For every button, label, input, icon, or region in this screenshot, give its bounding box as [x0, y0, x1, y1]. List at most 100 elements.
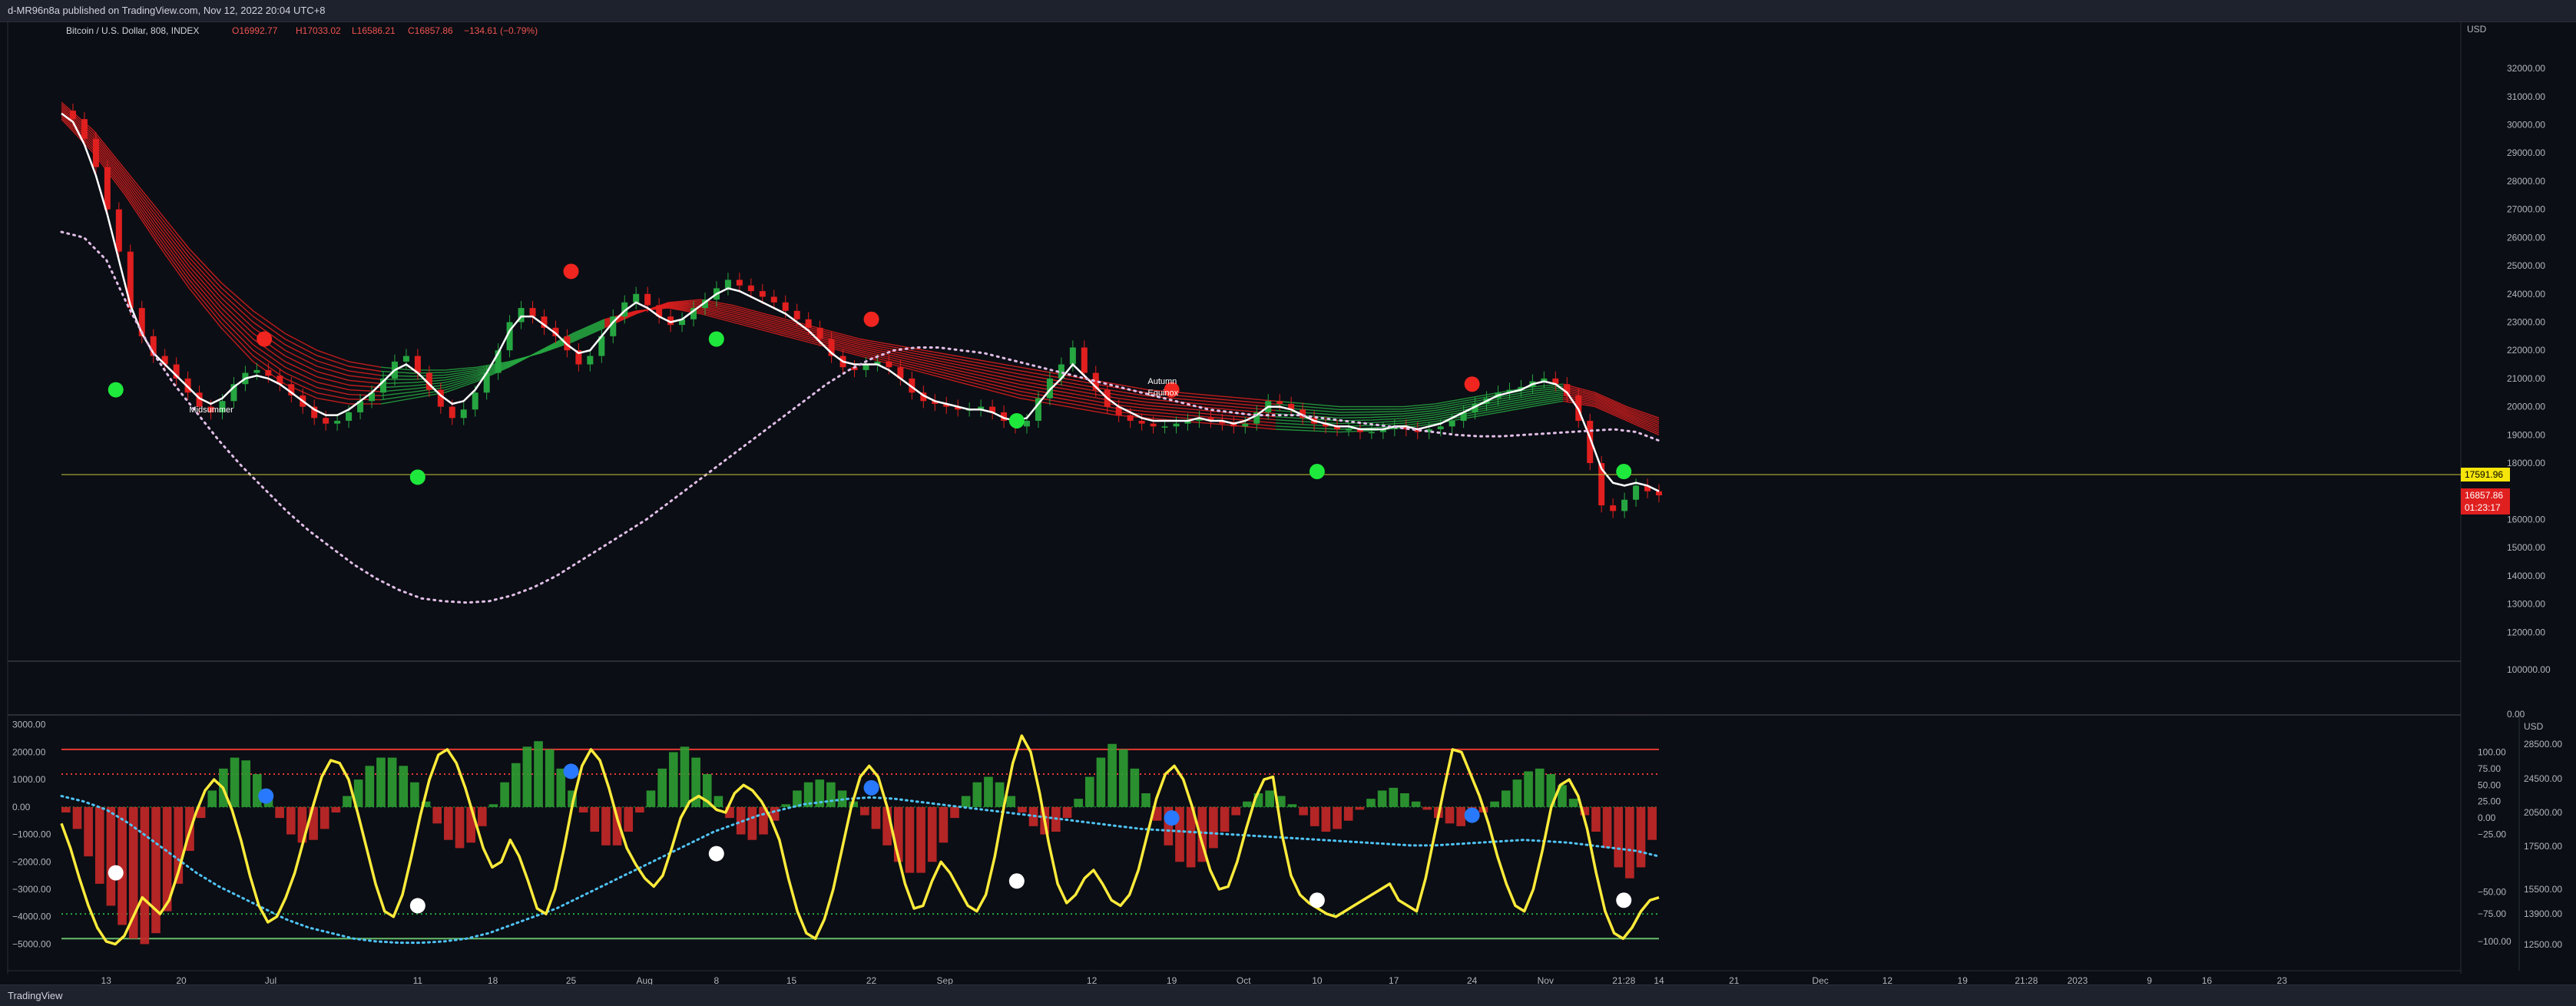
annotation-label: Autumn — [1147, 377, 1177, 386]
candle-body — [1024, 421, 1030, 426]
candle-body — [725, 280, 731, 288]
candle-body — [1127, 415, 1134, 421]
price-tick-label: 21000.00 — [2507, 373, 2545, 384]
histogram-bar — [1569, 799, 1578, 807]
candle-body — [461, 409, 467, 418]
price-tick-label: 15000.00 — [2507, 542, 2545, 553]
sell-signal-dot — [1465, 376, 1480, 392]
time-tick-label: 12 — [1882, 975, 1893, 984]
histogram-bar — [1085, 777, 1094, 807]
histogram-bar — [1220, 807, 1230, 832]
histogram-bar — [1625, 807, 1634, 879]
chart-canvas[interactable]: MidsummerAutumnEquinox USD32000.0031000.… — [0, 22, 2576, 984]
oscillator-right-tick: −25.00 — [2478, 829, 2506, 840]
oscillator-left-tick: 2000.00 — [12, 746, 46, 757]
volume-tick-label: 100000.00 — [2507, 664, 2551, 675]
histogram-bar — [860, 807, 869, 816]
secondary-axis-tick: 17500.00 — [2524, 841, 2562, 852]
histogram-bar — [1299, 807, 1308, 816]
sell-signal-dot — [564, 263, 579, 279]
oscillator-right-tick: −100.00 — [2478, 936, 2511, 947]
candle-body — [633, 294, 639, 303]
histogram-bar — [972, 783, 982, 807]
histogram-bar — [1131, 769, 1140, 807]
histogram-bar — [466, 807, 475, 842]
oscillator-right-tick: −75.00 — [2478, 908, 2506, 919]
time-tick-label: Aug — [637, 975, 653, 984]
histogram-bar — [230, 758, 240, 807]
histogram-bar — [1378, 790, 1387, 806]
histogram-bar — [1231, 807, 1240, 816]
histogram-bar — [1490, 802, 1499, 807]
price-tick-label: 13000.00 — [2507, 599, 2545, 610]
histogram-bar — [1333, 807, 1342, 829]
histogram-bar — [1456, 807, 1465, 826]
white-signal-dot — [1009, 873, 1025, 889]
white-signal-dot — [709, 846, 724, 862]
candle-body — [587, 356, 593, 365]
histogram-bar — [275, 807, 284, 818]
oscillator-left-tick: −2000.00 — [12, 856, 51, 867]
volume-tick-label: 0.00 — [2507, 709, 2525, 720]
candle-body — [760, 291, 766, 296]
histogram-bar — [1074, 799, 1083, 807]
price-tick-label: 20000.00 — [2507, 402, 2545, 412]
histogram-bar — [1108, 744, 1117, 807]
histogram-bar — [500, 783, 509, 807]
buy-signal-dot — [410, 469, 425, 485]
main-pane[interactable]: MidsummerAutumnEquinox — [61, 102, 2461, 603]
footer-bar: TradingView — [0, 984, 2576, 1006]
histogram-bar — [141, 807, 150, 945]
price-tick-label: 31000.00 — [2507, 91, 2545, 102]
histogram-bar — [781, 804, 790, 807]
oscillator-pane[interactable] — [61, 736, 1659, 944]
candle-body — [771, 296, 777, 302]
ma-ribbon-line — [381, 326, 1563, 412]
time-tick-label: Dec — [1812, 975, 1828, 984]
candle-body — [449, 407, 455, 419]
histogram-bar — [995, 783, 1005, 807]
candle-body — [253, 370, 260, 373]
histogram-bar — [241, 760, 250, 807]
sell-signal-dot — [864, 312, 879, 327]
histogram-bar — [84, 807, 93, 856]
candle-body — [1162, 426, 1168, 428]
price-tick-label: 23000.00 — [2507, 316, 2545, 327]
time-tick-label: 12 — [1087, 975, 1098, 984]
blue-signal-dot — [1164, 810, 1180, 826]
time-tick-label: 21 — [1729, 975, 1740, 984]
countdown-label: 01:23:17 — [2465, 502, 2501, 513]
histogram-bar — [1637, 807, 1646, 868]
histogram-bar — [826, 783, 836, 807]
histogram-bar — [399, 766, 408, 807]
time-tick-label: 20 — [176, 975, 187, 984]
histogram-bar — [624, 807, 633, 832]
price-axis-unit: USD — [2467, 24, 2487, 35]
ohlc-high: H17033.02 — [296, 25, 341, 36]
histogram-bar — [61, 807, 71, 812]
candle-body — [93, 139, 99, 167]
histogram-bar — [1502, 790, 1511, 806]
histogram-bar — [207, 790, 217, 806]
time-tick-label: Sep — [937, 975, 954, 984]
time-tick-label: 10 — [1312, 975, 1323, 984]
ma-ribbon-line — [61, 110, 1659, 425]
candle-body — [1346, 429, 1352, 431]
time-tick-label: Jul — [265, 975, 276, 984]
price-tick-label: 27000.00 — [2507, 204, 2545, 215]
histogram-bar — [388, 758, 397, 807]
time-tick-label: 21:28 — [1612, 975, 1635, 984]
histogram-bar — [107, 807, 116, 906]
histogram-bar — [1018, 807, 1027, 812]
secondary-axis-tick: USD — [2524, 721, 2544, 732]
time-tick-label: Nov — [1538, 975, 1554, 984]
oscillator-right-tick: 25.00 — [2478, 796, 2501, 807]
candle-body — [323, 418, 329, 423]
price-tick-label: 16000.00 — [2507, 514, 2545, 525]
white-signal-dot — [1310, 892, 1325, 908]
ohlc-low: L16586.21 — [352, 25, 396, 36]
tradingview-logo[interactable]: TradingView — [8, 990, 63, 1001]
time-tick-label: 16 — [2202, 975, 2213, 984]
histogram-bar — [1389, 788, 1398, 807]
histogram-bar — [1400, 793, 1409, 807]
